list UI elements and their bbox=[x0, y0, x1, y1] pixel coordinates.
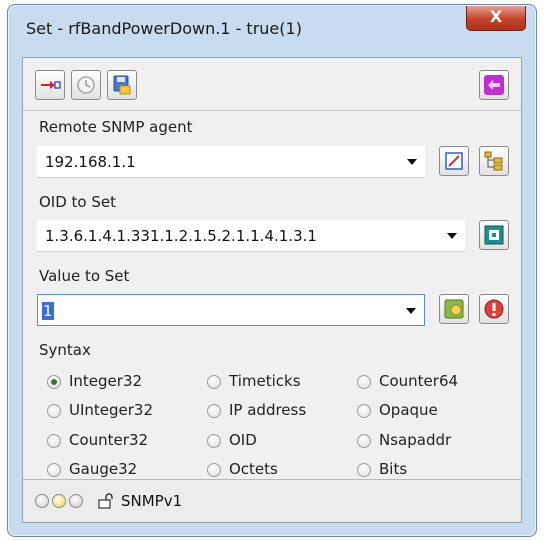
status-led-2 bbox=[52, 494, 66, 508]
status-led-3 bbox=[69, 494, 83, 508]
chevron-down-icon[interactable] bbox=[407, 159, 417, 165]
agent-tree-button[interactable] bbox=[479, 146, 509, 176]
chevron-down-icon[interactable] bbox=[447, 233, 457, 239]
snmp-version: SNMPv1 bbox=[121, 492, 183, 510]
agent-label: Remote SNMP agent bbox=[39, 118, 193, 136]
apply-set-button[interactable] bbox=[439, 294, 469, 324]
value-input[interactable]: 1 bbox=[42, 302, 54, 320]
syntax-label: Syntax bbox=[39, 341, 91, 359]
history-button[interactable] bbox=[71, 70, 101, 100]
lock-icon bbox=[98, 493, 113, 509]
title-bar[interactable]: Set - rfBandPowerDown.1 - true(1) X bbox=[8, 5, 536, 51]
agent-combobox[interactable]: 192.168.1.1 bbox=[37, 146, 425, 178]
tree-icon bbox=[484, 151, 503, 171]
set-dialog-window: Set - rfBandPowerDown.1 - true(1) X Remo… bbox=[7, 4, 537, 537]
switch-icon bbox=[484, 75, 504, 95]
chevron-down-icon[interactable] bbox=[406, 308, 416, 314]
clock-icon bbox=[77, 76, 95, 94]
status-bar: SNMPv1 bbox=[23, 479, 521, 522]
connect-icon bbox=[41, 81, 61, 89]
oid-label: OID to Set bbox=[39, 193, 117, 211]
oid-value: 1.3.6.1.4.1.331.1.2.1.5.2.1.1.4.1.3.1 bbox=[45, 227, 317, 245]
abort-button[interactable] bbox=[479, 294, 509, 324]
value-label: Value to Set bbox=[39, 267, 130, 285]
dialog-body: Remote SNMP agent 192.168.1.1 OID to Set… bbox=[22, 57, 522, 523]
agent-properties-icon bbox=[445, 152, 463, 170]
close-button[interactable]: X bbox=[466, 6, 526, 31]
save-button[interactable] bbox=[107, 70, 137, 100]
oid-combobox[interactable]: 1.3.6.1.4.1.331.1.2.1.5.2.1.1.4.1.3.1 bbox=[37, 220, 465, 252]
connect-button[interactable] bbox=[35, 70, 65, 100]
agent-value: 192.168.1.1 bbox=[45, 153, 136, 171]
save-icon bbox=[113, 75, 131, 95]
switch-button[interactable] bbox=[479, 70, 509, 100]
stop-icon bbox=[484, 299, 504, 319]
agent-properties-button[interactable] bbox=[439, 146, 469, 176]
status-led-1 bbox=[35, 494, 49, 508]
apply-icon bbox=[444, 299, 464, 319]
oid-browse-icon bbox=[484, 225, 504, 245]
window-title: Set - rfBandPowerDown.1 - true(1) bbox=[26, 19, 302, 38]
toolbar bbox=[23, 58, 521, 111]
value-combobox[interactable]: 1 bbox=[37, 294, 425, 326]
oid-browse-button[interactable] bbox=[479, 220, 509, 250]
